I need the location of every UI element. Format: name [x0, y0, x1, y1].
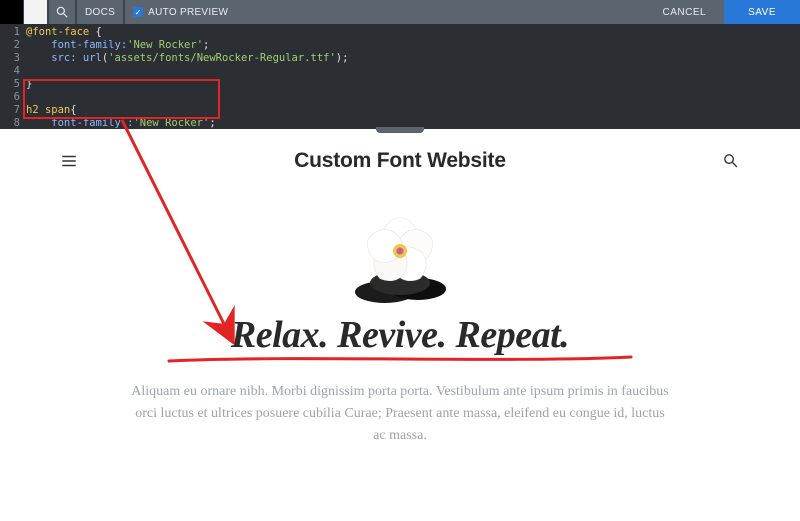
preview-header: Custom Font Website: [0, 135, 800, 183]
search-icon: [55, 5, 69, 19]
docs-button[interactable]: DOCS: [76, 0, 124, 24]
hero-section: Relax. Revive. Repeat. Aliquam eu ornare…: [0, 189, 800, 447]
preview-search-icon[interactable]: [722, 152, 740, 170]
color-swatch-black[interactable]: [0, 0, 24, 24]
toolbar-left: DOCS ✓ AUTO PREVIEW: [0, 0, 236, 24]
auto-preview-label: AUTO PREVIEW: [148, 7, 228, 18]
preview-pane: Custom Font Website Relax. Revive. Repea…: [0, 135, 800, 521]
check-icon: ✓: [133, 7, 143, 17]
auto-preview-toggle[interactable]: ✓ AUTO PREVIEW: [124, 0, 236, 24]
toolbar-right: CANCEL SAVE: [644, 0, 800, 24]
code-editor[interactable]: 1 2 3 4 5 6 7 8 9 10 @font-face { font-f…: [0, 24, 800, 129]
cancel-button[interactable]: CANCEL: [644, 0, 724, 24]
line-gutter: 1 2 3 4 5 6 7 8 9 10: [0, 26, 26, 123]
search-button[interactable]: [48, 0, 76, 24]
tagline-heading: Relax. Revive. Repeat.: [231, 313, 569, 357]
editor-toolbar: DOCS ✓ AUTO PREVIEW CANCEL SAVE: [0, 0, 800, 24]
flower-image: [300, 189, 500, 309]
hamburger-menu-icon[interactable]: [60, 152, 78, 170]
site-title: Custom Font Website: [294, 149, 506, 173]
save-button[interactable]: SAVE: [724, 0, 800, 24]
color-swatch-white[interactable]: [24, 0, 48, 24]
code-content[interactable]: @font-face { font-family:'New Rocker'; s…: [26, 26, 800, 123]
lead-paragraph: Aliquam eu ornare nibh. Morbi dignissim …: [130, 381, 670, 447]
